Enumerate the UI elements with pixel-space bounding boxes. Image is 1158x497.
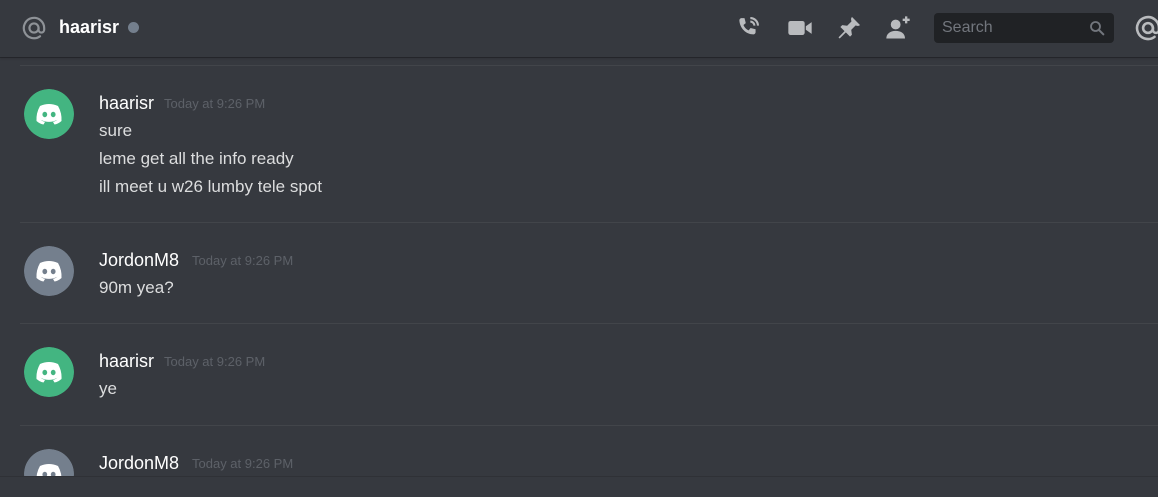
message-text: ye xyxy=(99,379,117,398)
at-icon xyxy=(22,16,46,40)
mentions-icon[interactable] xyxy=(1134,14,1158,42)
message-author[interactable]: haarisr xyxy=(99,92,154,114)
pinned-messages-icon[interactable] xyxy=(835,14,863,42)
message-timestamp: Today at 9:26 PM xyxy=(164,354,266,369)
message-text: 90m yea? xyxy=(99,278,174,297)
avatar[interactable] xyxy=(24,89,74,139)
message-timestamp: Today at 9:26 PM xyxy=(164,96,266,111)
add-friend-icon[interactable] xyxy=(884,14,912,42)
search-icon xyxy=(1090,21,1105,36)
message-author[interactable]: JordonM8 xyxy=(99,249,179,271)
search-bar[interactable] xyxy=(934,13,1114,43)
channel-title: haarisr xyxy=(59,17,120,37)
message-text: ill meet u w26 lumby tele spot xyxy=(99,177,322,196)
search-input[interactable] xyxy=(934,13,1084,43)
start-voice-call-icon[interactable] xyxy=(734,14,762,42)
discord-logo-icon xyxy=(24,246,74,296)
avatar[interactable] xyxy=(24,347,74,397)
message-author[interactable]: haarisr xyxy=(99,350,154,372)
status-indicator xyxy=(128,22,139,33)
discord-logo-icon xyxy=(24,89,74,139)
message-timestamp: Today at 9:26 PM xyxy=(192,253,294,268)
message-timestamp: Today at 9:26 PM xyxy=(192,456,294,471)
dm-chat-window: haarisr Search haarisr Today at 9:26 PM … xyxy=(0,0,1158,497)
message-divider xyxy=(20,425,1158,426)
message-list[interactable]: haarisr Today at 9:26 PM sure leme get a… xyxy=(0,57,1158,497)
channel-header: haarisr xyxy=(0,0,1158,57)
message-divider xyxy=(20,65,1158,66)
message-divider xyxy=(20,323,1158,324)
message-author[interactable]: JordonM8 xyxy=(99,452,179,474)
message-composer-edge xyxy=(0,476,1158,497)
avatar[interactable] xyxy=(24,246,74,296)
message-divider xyxy=(20,222,1158,223)
message-text: sure xyxy=(99,121,133,140)
discord-logo-icon xyxy=(24,347,74,397)
message-text: leme get all the info ready xyxy=(99,149,294,168)
start-video-call-icon[interactable] xyxy=(786,14,814,42)
